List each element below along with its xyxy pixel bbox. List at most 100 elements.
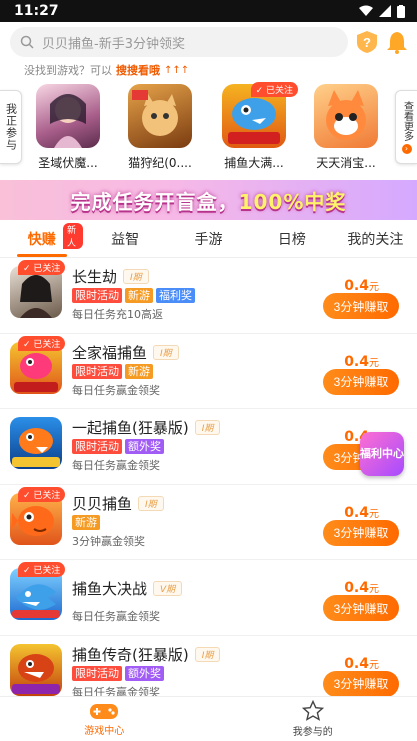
category-tabs: 快赚 新人 益智 手游 日榜 我的关注: [0, 220, 417, 258]
signal-icon: [379, 5, 391, 17]
game-row[interactable]: ✓ 已关注 长生劫 I期 限时活动 新游 福利奖 每日任务充10高返 0.4元 …: [0, 258, 417, 334]
game-icon: [10, 417, 62, 469]
game-title: 一起捕鱼(狂暴版): [72, 419, 189, 437]
game-row[interactable]: ✓ 已关注 贝贝捕鱼 I期 新游 3分钟赢金领奖 0.4元 3分钟赚取: [0, 485, 417, 560]
tab-label: 日榜: [277, 231, 306, 248]
earn-button[interactable]: 3分钟赚取: [323, 670, 399, 697]
tag-limited: 限时活动: [72, 665, 122, 681]
battery-icon: [397, 4, 405, 18]
played-item[interactable]: ✓ 已关注 捕鱼大满...: [214, 82, 298, 171]
earn-button[interactable]: 3分钟赚取: [323, 368, 399, 395]
view-more-tab[interactable]: 查看更多 ›: [395, 90, 417, 164]
help-shield-icon: ?: [357, 31, 377, 53]
reward-value: 0.4: [344, 655, 369, 672]
view-more-label: 查看更多: [401, 100, 413, 141]
chevron-right-icon: ›: [401, 143, 412, 154]
game-row[interactable]: ✓ 已关注 捕鱼大决战 V期 每日任务赢金领奖 0.4元 3分钟赚取: [0, 560, 417, 636]
participating-tab[interactable]: 我正参与: [0, 90, 22, 164]
nav-label: 我参与的: [292, 727, 333, 738]
game-desc: 每日任务赢金领奖: [72, 610, 160, 623]
followed-badge: ✓ 已关注: [18, 486, 66, 502]
period-tag: V期: [153, 581, 183, 596]
game-desc: 每日任务赢金领奖: [72, 383, 160, 397]
tag-new: 新游: [72, 514, 100, 530]
played-item-name: 圣域伏魔...: [38, 156, 98, 170]
banner-text-main: 完成任务开盲盒，: [70, 189, 239, 214]
game-tags: 限时活动 新游: [72, 363, 153, 379]
bottom-nav: 游戏中心 我参与的: [0, 696, 417, 741]
followed-badge: ✓ 已关注: [18, 260, 66, 275]
game-list: ✓ 已关注 长生劫 I期 限时活动 新游 福利奖 每日任务充10高返 0.4元 …: [0, 258, 417, 711]
search-input[interactable]: 贝贝捕鱼-新手3分钟领奖: [10, 27, 348, 57]
game-title: 长生劫: [72, 268, 118, 286]
tag-limited: 限时活动: [72, 363, 122, 379]
nav-my-participation[interactable]: 我参与的: [209, 697, 417, 741]
game-tags: 限时活动 额外奖: [72, 439, 164, 454]
game-desc: 3分钟赢金领奖: [72, 534, 145, 548]
nav-label: 游戏中心: [84, 726, 125, 737]
earn-button[interactable]: 3分钟赚取: [323, 595, 399, 621]
game-row[interactable]: 一起捕鱼(狂暴版) I期 限时活动 额外奖 每日任务赢金领奖 0.4元 3分钟赚…: [0, 409, 417, 485]
participating-label: 我正参与: [4, 103, 18, 151]
bell-icon: [387, 32, 407, 54]
tag-extra: 额外奖: [125, 439, 164, 454]
reward-unit: 元: [369, 584, 379, 595]
tag-extra: 额外奖: [125, 665, 164, 681]
game-title-row: 捕鱼传奇(狂暴版) I期: [72, 644, 221, 665]
reward-value: 0.4: [344, 580, 369, 596]
earn-button[interactable]: 3分钟赚取: [323, 519, 399, 546]
tab-mobile-games[interactable]: 手游: [167, 220, 250, 257]
game-title: 贝贝捕鱼: [72, 494, 133, 513]
period-tag: I期: [123, 269, 149, 284]
tag-new: 新游: [125, 363, 153, 379]
status-bar: 11:27: [0, 0, 417, 22]
tab-puzzle[interactable]: 益智: [83, 220, 166, 257]
game-title-row: 贝贝捕鱼 I期: [72, 493, 164, 514]
game-icon: ✓ 已关注: [10, 486, 66, 545]
game-icon: ✓ 已关注: [10, 562, 66, 620]
help-button[interactable]: ?: [356, 30, 378, 54]
tag-bonus: 福利奖: [156, 288, 195, 303]
tab-daily-rank[interactable]: 日榜: [250, 220, 333, 257]
game-row[interactable]: ✓ 已关注 全家福捕鱼 I期 限时活动 新游 每日任务赢金领奖 0.4元 3分钟…: [0, 334, 417, 409]
reward-unit: 元: [369, 508, 379, 520]
played-item-name: 天天消宝...: [316, 156, 376, 170]
search-more-link[interactable]: 搜搜看哦: [116, 62, 160, 78]
game-icon: ✓ 已关注: [10, 260, 66, 318]
game-icon: [314, 84, 378, 148]
game-icon: ✓ 已关注: [10, 335, 66, 394]
game-icon: [10, 643, 62, 696]
followed-badge: ✓ 已关注: [18, 562, 66, 577]
tab-label: 我的关注: [347, 231, 404, 248]
reward-unit: 元: [369, 357, 379, 369]
search-placeholder: 贝贝捕鱼-新手3分钟领奖: [42, 36, 185, 52]
welfare-center-label: 福利中心: [360, 447, 404, 460]
game-tags: 限时活动 额外奖: [72, 665, 164, 681]
tab-kuaizhuan[interactable]: 快赚 新人: [0, 220, 84, 257]
banner-text: 完成任务开盲盒，100%中奖: [71, 186, 347, 215]
game-title: 捕鱼大决战: [72, 580, 148, 598]
played-item[interactable]: 天天消宝...: [306, 84, 386, 171]
tab-my-follows[interactable]: 我的关注: [334, 220, 417, 257]
reward-unit: 元: [369, 282, 379, 293]
banner-text-highlight: 100%中奖: [238, 189, 347, 214]
period-tag: I期: [138, 495, 164, 511]
followed-badge: ✓ 已关注: [250, 82, 298, 97]
gamepad-icon: [90, 704, 119, 719]
reward-amount: 0.4元: [344, 354, 379, 370]
notification-button[interactable]: [386, 30, 408, 54]
reward-amount: 0.4元: [344, 505, 379, 521]
played-item[interactable]: 圣域伏魔...: [28, 84, 108, 171]
promo-banner[interactable]: 完成任务开盲盒，100%中奖: [0, 180, 417, 220]
earn-button[interactable]: 3分钟赚取: [323, 293, 399, 319]
hint-text: 没找到游戏？可以: [24, 64, 112, 77]
search-row: 贝贝捕鱼-新手3分钟领奖 ?: [0, 26, 417, 58]
tab-label: 手游: [194, 231, 223, 248]
played-item-name: 猫狩纪(0....: [128, 156, 192, 170]
played-item[interactable]: 猫狩纪(0....: [120, 84, 200, 171]
tab-label: 快赚: [27, 231, 56, 248]
game-title: 全家福捕鱼: [72, 343, 148, 362]
nav-game-center[interactable]: 游戏中心: [0, 697, 209, 741]
game-title-row: 一起捕鱼(狂暴版) I期: [72, 417, 221, 438]
welfare-center-button[interactable]: 福利中心: [360, 432, 404, 476]
